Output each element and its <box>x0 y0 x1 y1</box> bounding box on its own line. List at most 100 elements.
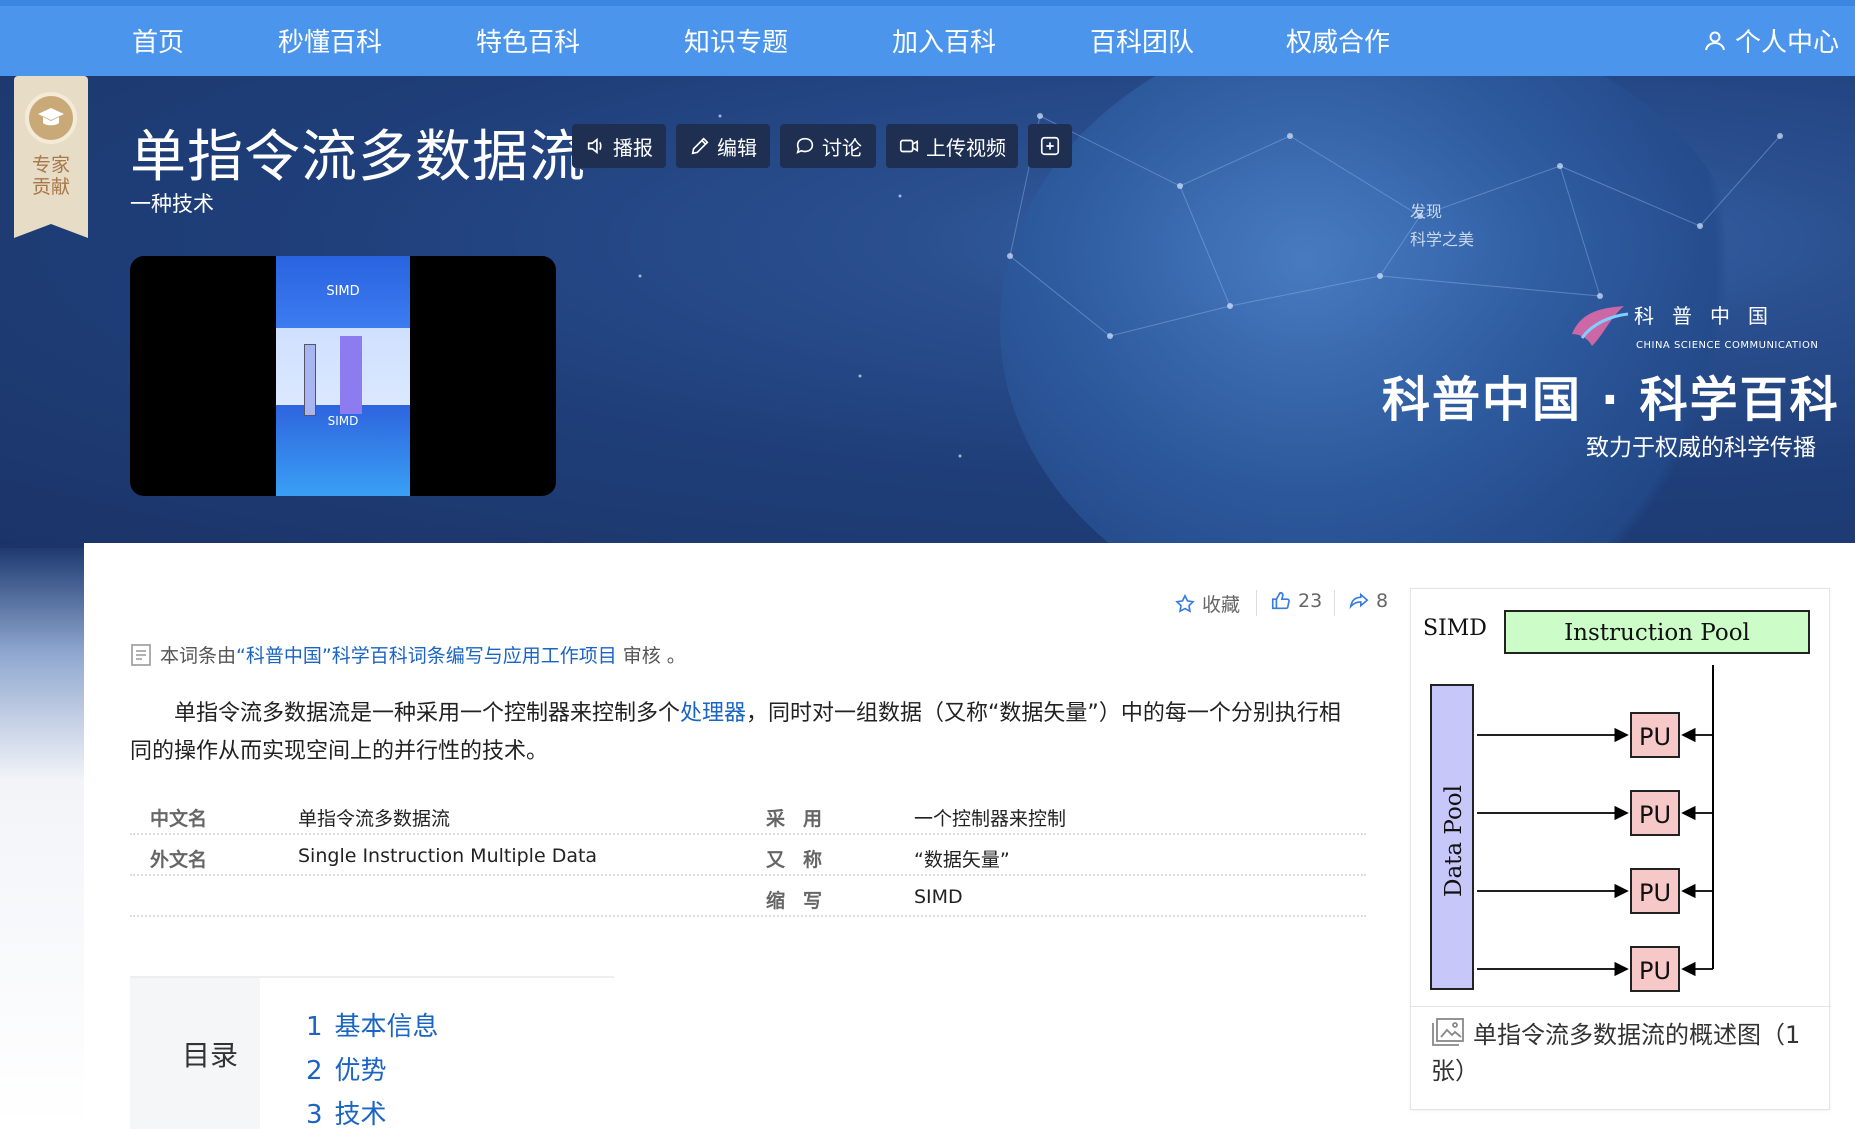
upload-video-label: 上传视频 <box>926 135 1006 160</box>
figure-card[interactable]: SIMD Instruction Pool Data Pool PU PU PU <box>1410 588 1831 1110</box>
document-icon <box>131 643 151 666</box>
video-thumb-pus <box>340 336 362 414</box>
toc-item-label: 技术 <box>334 1100 387 1129</box>
video-thumb-title: SIMD <box>326 284 360 299</box>
brand-logo-cn: 科普中国 <box>1634 304 1786 328</box>
nav-item-home[interactable]: 首页 <box>132 22 184 59</box>
badge-line1: 专家 <box>31 154 70 176</box>
review-suffix: 审核 。 <box>622 645 686 667</box>
review-note: 本词条由“科普中国”科学百科词条编写与应用工作项目 审核 。 <box>130 641 686 668</box>
share-count: 8 <box>1376 590 1389 612</box>
side-gradient <box>0 548 84 1129</box>
expert-contribution-badge[interactable]: 专家 贡献 <box>14 76 88 238</box>
entry-banner: 单指令流多数据流 一种技术 播报 编辑 讨论 上传视频 SIMD SIMD 发现… <box>0 76 1855 548</box>
pu-label: PU <box>1639 879 1671 907</box>
share-button[interactable]: 8 <box>1348 590 1388 612</box>
simd-diagram[interactable]: SIMD Instruction Pool Data Pool PU PU PU <box>1411 589 1831 1007</box>
review-project-link[interactable]: “科普中国”科学百科词条编写与应用工作项目 <box>236 645 617 667</box>
nav-top-line <box>0 0 1855 6</box>
toc-label: 目录 <box>182 1039 239 1072</box>
info-row: 中文名 单指令流多数据流 采用 一个控制器来控制 <box>130 794 1366 835</box>
expert-badge-icon <box>25 92 77 144</box>
video-player[interactable]: SIMD SIMD <box>130 256 556 496</box>
info-key: 中文名 <box>150 808 208 830</box>
upload-video-button[interactable]: 上传视频 <box>886 124 1018 168</box>
pu-label: PU <box>1639 723 1671 751</box>
toc-item[interactable]: 2 优势 <box>306 1050 387 1087</box>
share-icon <box>1349 592 1369 610</box>
user-center-label: 个人中心 <box>1734 28 1839 58</box>
stat-separator <box>1334 590 1335 616</box>
kepu-logo-icon <box>1572 306 1629 346</box>
toc-item-num: 2 <box>306 1056 323 1086</box>
video-thumb-datapool <box>304 344 316 416</box>
simd-label: SIMD <box>1423 616 1487 641</box>
figure-caption-text: 单指令流多数据流的概述图（1张） <box>1431 1021 1801 1085</box>
nav-item-cooperation[interactable]: 权威合作 <box>1286 22 1390 59</box>
brand-discover-line1: 发现 <box>1410 202 1443 221</box>
review-prefix: 本词条由 <box>160 645 237 667</box>
play-label: 播报 <box>613 135 653 160</box>
nav-item-topics[interactable]: 知识专题 <box>684 22 788 59</box>
video-camera-icon <box>899 139 919 153</box>
discuss-label: 讨论 <box>822 135 862 160</box>
stat-separator <box>1256 590 1257 616</box>
badge-line2: 贡献 <box>31 176 70 198</box>
edit-button[interactable]: 编辑 <box>676 124 770 168</box>
brand-subtitle: 致力于权威的科学传播 <box>1586 435 1816 461</box>
pu-label: PU <box>1639 957 1671 985</box>
nav-item-miaodong[interactable]: 秒懂百科 <box>278 22 382 59</box>
processor-link[interactable]: 处理器 <box>680 701 746 726</box>
user-center-link[interactable]: 个人中心 <box>1703 22 1839 59</box>
nav-item-team[interactable]: 百科团队 <box>1090 22 1194 59</box>
info-value: 单指令流多数据流 <box>298 808 451 830</box>
favorite-button[interactable]: 收藏 <box>1174 590 1240 617</box>
info-key: 又称 <box>766 849 841 871</box>
edit-label: 编辑 <box>717 135 757 160</box>
figure-caption[interactable]: 单指令流多数据流的概述图（1张） <box>1431 1017 1821 1089</box>
brand-main-title: 科普中国 · 科学百科 <box>1382 372 1840 428</box>
brand-discover: 发现 科学之美 <box>1410 198 1474 254</box>
brand-logo-en: CHINA SCIENCE COMMUNICATION <box>1636 340 1819 351</box>
chat-bubble-icon <box>796 137 814 154</box>
thumbs-up-icon <box>1271 591 1290 610</box>
pu-label: PU <box>1639 801 1671 829</box>
more-add-button[interactable] <box>1028 124 1072 168</box>
toc-item[interactable]: 3 技术 <box>306 1094 387 1129</box>
image-gallery-icon <box>1432 1018 1464 1046</box>
speaker-icon <box>587 137 602 155</box>
data-pool-label: Data Pool <box>1441 785 1467 897</box>
like-count: 23 <box>1298 590 1323 612</box>
info-value: 一个控制器来控制 <box>914 808 1067 830</box>
discuss-button[interactable]: 讨论 <box>780 124 876 168</box>
toc-item[interactable]: 1 基本信息 <box>306 1006 439 1043</box>
video-thumbnail: SIMD SIMD <box>276 256 410 496</box>
expert-badge-text: 专家 贡献 <box>14 154 88 198</box>
page-title: 单指令流多数据流 <box>130 125 586 190</box>
video-thumb-title-2: SIMD <box>327 414 359 428</box>
info-key: 缩写 <box>766 890 841 912</box>
table-of-contents: 目录 1 基本信息 2 优势 3 技术 <box>130 976 614 1129</box>
play-button[interactable]: 播报 <box>572 124 666 168</box>
info-value: Single Instruction Multiple Data <box>298 845 598 867</box>
toc-item-label: 优势 <box>334 1056 387 1086</box>
instruction-pool-label: Instruction Pool <box>1564 620 1750 646</box>
info-row: 外文名 Single Instruction Multiple Data 又称 … <box>130 835 1366 876</box>
toc-item-num: 3 <box>306 1100 323 1129</box>
pu-group: PU PU PU PU <box>1477 712 1713 992</box>
info-row: 缩写 SIMD <box>130 876 1366 917</box>
top-navigation: 首页 秒懂百科 特色百科 知识专题 加入百科 百科团队 权威合作 个人中心 <box>0 0 1855 76</box>
toc-item-num: 1 <box>306 1012 323 1042</box>
nav-item-join[interactable]: 加入百科 <box>892 22 996 59</box>
page-subtitle: 一种技术 <box>130 192 214 216</box>
nav-item-featured[interactable]: 特色百科 <box>476 22 580 59</box>
info-value: SIMD <box>914 886 963 908</box>
plus-square-icon <box>1040 136 1060 156</box>
info-key: 采用 <box>766 808 841 830</box>
toc-item-label: 基本信息 <box>334 1012 439 1042</box>
pencil-icon <box>691 137 709 155</box>
like-button[interactable]: 23 <box>1270 590 1322 612</box>
info-key: 外文名 <box>150 849 208 871</box>
star-icon <box>1175 593 1195 613</box>
info-value: “数据矢量” <box>914 849 1010 871</box>
